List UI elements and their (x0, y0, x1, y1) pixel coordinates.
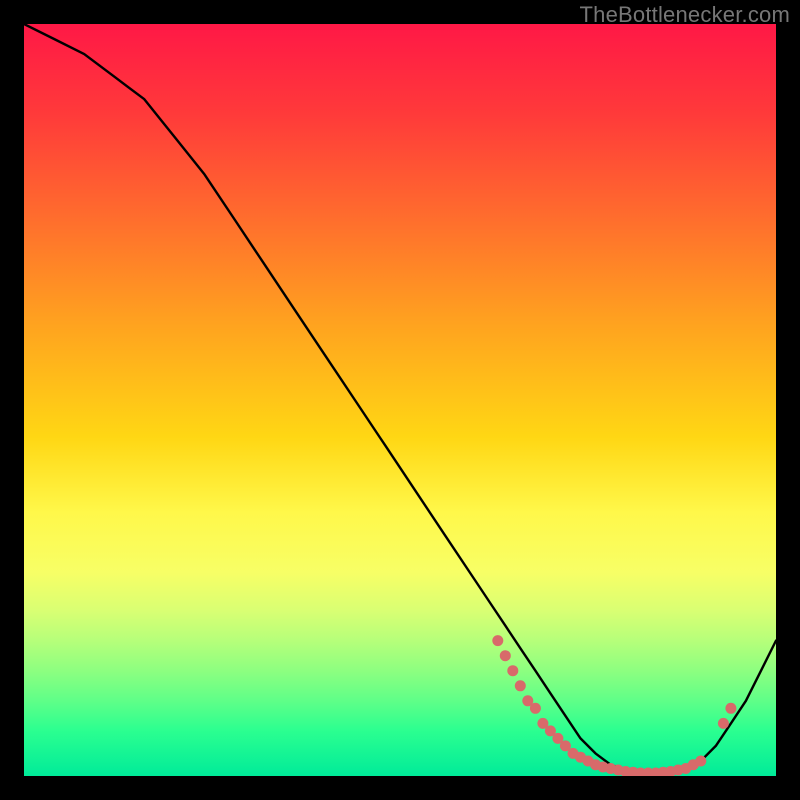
curve-line (24, 24, 776, 774)
marker-point (500, 650, 511, 661)
marker-point (718, 718, 729, 729)
marker-point (507, 665, 518, 676)
curve-markers (492, 635, 736, 776)
chart-svg (24, 24, 776, 776)
chart-container: TheBottlenecker.com (0, 0, 800, 800)
marker-point (492, 635, 503, 646)
marker-point (515, 680, 526, 691)
marker-point (530, 703, 541, 714)
marker-point (725, 703, 736, 714)
plot-area (24, 24, 776, 776)
marker-point (695, 756, 706, 767)
attribution-text: TheBottlenecker.com (580, 2, 790, 28)
